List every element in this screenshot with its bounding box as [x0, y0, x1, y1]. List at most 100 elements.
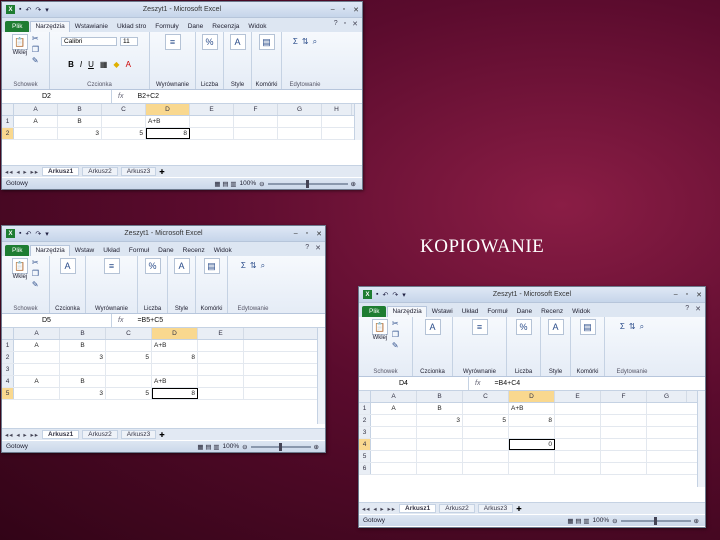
sheet-tab-2[interactable]: Arkusz2	[82, 430, 118, 439]
cell-B4[interactable]: B	[60, 376, 106, 387]
save-icon[interactable]: ▪	[19, 230, 21, 237]
cell-D3[interactable]	[509, 427, 555, 438]
cell-B1[interactable]: B	[60, 340, 106, 351]
fill-color-icon[interactable]: ◆	[113, 60, 119, 69]
tab-file[interactable]: Plik	[362, 306, 387, 317]
cell-A6[interactable]	[371, 463, 417, 474]
tab-data[interactable]: Dane	[154, 246, 178, 256]
zoom-level[interactable]: 100%	[239, 180, 256, 187]
format-painter-icon[interactable]: ✎	[32, 56, 39, 65]
cell-A3[interactable]	[14, 364, 60, 375]
cell-B5[interactable]	[417, 451, 463, 462]
column-header[interactable]: A	[14, 104, 58, 115]
sort-filter-icon[interactable]: ⇅	[629, 322, 636, 332]
column-header[interactable]: E	[190, 104, 234, 115]
close-workbook-icon[interactable]: ✕	[315, 244, 321, 252]
format-painter-icon[interactable]: ✎	[392, 341, 399, 350]
cell-D1[interactable]: A+B	[509, 403, 555, 414]
close-icon[interactable]: ✕	[353, 6, 359, 14]
cell-E2[interactable]	[555, 415, 601, 426]
tab-review[interactable]: Recenz	[537, 307, 567, 317]
underline-icon[interactable]: U	[88, 60, 94, 69]
autosum-icon[interactable]: Σ	[620, 322, 625, 332]
cell-C4[interactable]	[463, 439, 509, 450]
cell-D5[interactable]: 8	[152, 388, 198, 399]
name-box[interactable]: D5	[2, 314, 112, 327]
cell-F1[interactable]	[601, 403, 647, 414]
column-header[interactable]: F	[234, 104, 278, 115]
tab-view[interactable]: Widok	[568, 307, 594, 317]
row-header[interactable]: 2	[359, 415, 371, 426]
cell-E3[interactable]	[198, 364, 244, 375]
column-header[interactable]: E	[198, 328, 244, 339]
sort-filter-icon[interactable]: ⇅	[250, 261, 257, 271]
cell-B2[interactable]: 3	[417, 415, 463, 426]
row-header[interactable]: 1	[2, 116, 14, 127]
column-header[interactable]: D	[509, 391, 555, 402]
close-icon[interactable]: ✕	[316, 230, 322, 238]
excel-icon[interactable]: X	[6, 5, 15, 14]
close-workbook-icon[interactable]: ✕	[352, 20, 358, 28]
sheet-tab-1[interactable]: Arkusz1	[42, 430, 80, 439]
cut-icon[interactable]: ✂	[32, 34, 39, 43]
select-all[interactable]	[2, 104, 14, 115]
new-sheet-icon[interactable]: ✚	[159, 168, 164, 176]
fx-icon[interactable]: fx	[112, 93, 129, 100]
tab-layout[interactable]: Układ	[99, 246, 124, 256]
sheet-nav-icon[interactable]: ◂◂ ◂ ▸ ▸▸	[362, 505, 396, 513]
sheet-nav-icon[interactable]: ◂◂ ◂ ▸ ▸▸	[5, 431, 39, 439]
view-normal-icon[interactable]: ▦ ▤ ▥	[214, 180, 236, 188]
tab-formulas[interactable]: Formuł	[125, 246, 153, 256]
cell-B3[interactable]	[60, 364, 106, 375]
cell-E2[interactable]	[198, 352, 244, 363]
column-header[interactable]: B	[60, 328, 106, 339]
sheet-tab-2[interactable]: Arkusz2	[82, 167, 118, 176]
cells-icon[interactable]: ▤	[258, 34, 275, 50]
tab-view[interactable]: Widok	[210, 246, 236, 256]
zoom-slider[interactable]	[250, 442, 311, 451]
cell-F6[interactable]	[601, 463, 647, 474]
cell-F2[interactable]	[234, 128, 278, 139]
cell-A5[interactable]	[371, 451, 417, 462]
tab-formulas[interactable]: Formuły	[151, 22, 182, 32]
cell-B1[interactable]: B	[417, 403, 463, 414]
cell-B3[interactable]	[417, 427, 463, 438]
fx-icon[interactable]: fx	[112, 317, 129, 324]
cell-D1[interactable]: A+B	[146, 116, 190, 127]
cell-D3[interactable]	[152, 364, 198, 375]
copy-icon[interactable]: ❐	[32, 45, 39, 54]
column-header[interactable]: H	[322, 104, 352, 115]
cell-D4[interactable]: 0	[509, 439, 555, 450]
paste-icon[interactable]: 📋	[371, 319, 388, 335]
cell-C2[interactable]: 5	[106, 352, 152, 363]
cell-C2[interactable]: 5	[463, 415, 509, 426]
cell-A4[interactable]: A	[14, 376, 60, 387]
minimize-icon[interactable]: –	[294, 230, 298, 238]
minimize-icon[interactable]: –	[674, 291, 678, 299]
zoom-out-icon[interactable]: ⊖	[242, 443, 247, 451]
cut-icon[interactable]: ✂	[392, 319, 399, 328]
undo-icon[interactable]: ↶	[25, 6, 31, 14]
customize-icon[interactable]: ▾	[402, 291, 406, 299]
column-header[interactable]: E	[555, 391, 601, 402]
column-header[interactable]: G	[278, 104, 322, 115]
cell-F5[interactable]	[601, 451, 647, 462]
cells-icon[interactable]: ▤	[203, 258, 220, 274]
font-icon[interactable]: A	[424, 319, 441, 335]
undo-icon[interactable]: ↶	[382, 291, 388, 299]
cell-A4[interactable]	[371, 439, 417, 450]
cell-E1[interactable]	[190, 116, 234, 127]
view-normal-icon[interactable]: ▦ ▤ ▥	[567, 517, 589, 525]
tab-home[interactable]: Narzędzia	[30, 21, 70, 32]
row-header[interactable]: 1	[359, 403, 371, 414]
font-size-select[interactable]: 11	[120, 37, 138, 46]
restore-icon[interactable]: ▫	[686, 291, 688, 299]
row-header[interactable]: 2	[2, 352, 14, 363]
cell-A5[interactable]	[14, 388, 60, 399]
tab-home[interactable]: Narzędzia	[30, 245, 70, 256]
sheet-tab-2[interactable]: Arkusz2	[439, 504, 475, 513]
zoom-in-icon[interactable]: ⊕	[351, 180, 356, 188]
cell-E2[interactable]	[190, 128, 234, 139]
ribbon-minimize-icon[interactable]: ▫	[344, 20, 346, 28]
cell-C5[interactable]: 5	[106, 388, 152, 399]
